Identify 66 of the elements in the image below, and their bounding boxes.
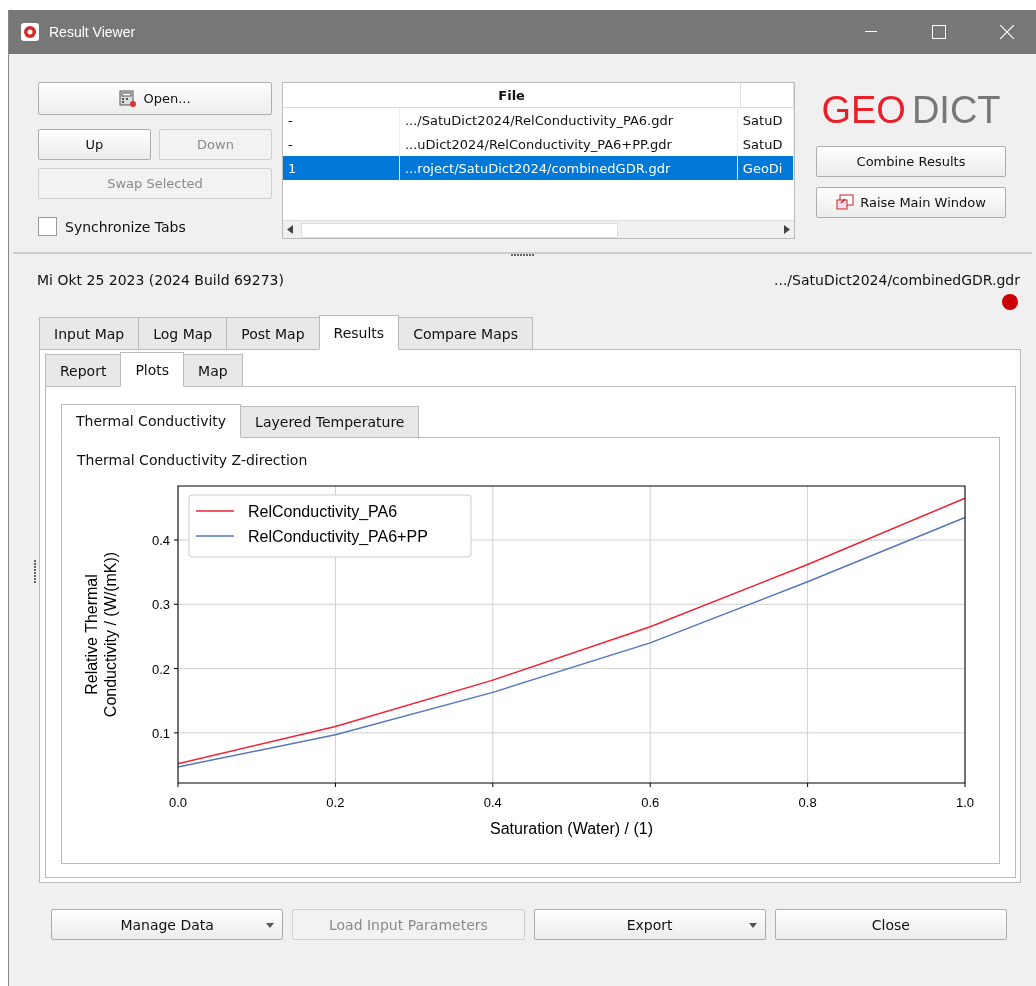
table-cell: GeoDi bbox=[737, 156, 794, 180]
tab[interactable]: Compare Maps bbox=[398, 317, 533, 350]
tab[interactable]: Post Map bbox=[226, 317, 320, 350]
app-icon bbox=[21, 23, 39, 41]
menu-button[interactable]: Manage Data bbox=[51, 909, 284, 940]
maximize-icon bbox=[932, 25, 946, 39]
action-button[interactable]: Close bbox=[774, 909, 1007, 940]
right-arrow-icon[interactable] bbox=[784, 225, 790, 234]
plot-title: Thermal Conductivity Z-direction bbox=[76, 451, 309, 470]
tick-mark bbox=[173, 732, 179, 734]
window-title: Result Viewer bbox=[49, 24, 137, 40]
raise-window-button[interactable]: Raise Main Window bbox=[816, 187, 1006, 218]
y-axis-title: Relative Thermal Conductivity / (W/(mK)) bbox=[83, 551, 119, 718]
window-icon bbox=[836, 194, 855, 211]
y-tick-label: 0.3 bbox=[151, 597, 170, 613]
table-row[interactable]: 1 ...roject/SatuDict2024/combinedGDR.gdr GeoDi bbox=[283, 156, 794, 180]
tick-mark bbox=[807, 782, 809, 788]
tab[interactable]: Report bbox=[45, 354, 122, 387]
action-button[interactable]: Combine Results bbox=[816, 146, 1006, 177]
tab[interactable]: Layered Temperature bbox=[240, 406, 420, 438]
x-axis-title: Saturation (Water) / (1) bbox=[490, 820, 653, 837]
caret-icon bbox=[266, 923, 275, 928]
x-tick-label: 1.0 bbox=[955, 795, 975, 810]
tick-mark bbox=[649, 782, 651, 788]
file-path: .../SatuDict2024/combinedGDR.gdr bbox=[774, 272, 1020, 288]
tab[interactable]: Input Map bbox=[39, 317, 140, 350]
tick-mark bbox=[177, 782, 179, 788]
x-tick-label: 0.6 bbox=[641, 795, 660, 810]
status-dot bbox=[1002, 294, 1018, 310]
tab[interactable]: Log Map bbox=[138, 317, 228, 350]
nav-button[interactable]: Up bbox=[38, 129, 151, 160]
legend-label: RelConductivity_PA6+PP bbox=[248, 528, 428, 545]
tick-mark bbox=[173, 668, 179, 670]
tab[interactable]: Map bbox=[183, 354, 243, 387]
tab[interactable]: Plots bbox=[120, 352, 185, 387]
tick-mark bbox=[492, 782, 494, 788]
minimize-icon bbox=[865, 31, 877, 33]
x-tick-label: 0.0 bbox=[168, 795, 188, 810]
tab[interactable]: Results bbox=[318, 315, 400, 350]
tab[interactable]: Thermal Conductivity bbox=[61, 404, 242, 438]
left-arrow-icon[interactable] bbox=[287, 225, 293, 234]
calculator-icon bbox=[119, 89, 138, 108]
x-tick-label: 0.8 bbox=[798, 795, 817, 810]
tick-mark bbox=[173, 539, 179, 541]
legend-label: RelConductivity_PA6 bbox=[248, 503, 398, 520]
checkbox[interactable] bbox=[38, 217, 57, 236]
splitter-handle-icon[interactable] bbox=[34, 560, 36, 584]
close-icon bbox=[1000, 25, 1014, 39]
build-info: Mi Okt 25 2023 (2024 Build 69273) bbox=[37, 272, 284, 288]
menu-button[interactable]: Export bbox=[533, 909, 766, 940]
caret-icon bbox=[748, 923, 757, 928]
table-cell: 1 bbox=[283, 156, 400, 180]
table-cell: ...roject/SatuDict2024/combinedGDR.gdr bbox=[399, 156, 738, 180]
y-tick-label: 0.1 bbox=[151, 725, 170, 741]
tick-mark bbox=[964, 782, 966, 788]
logo: GEO DICT bbox=[821, 88, 1001, 132]
horizontal-scrollbar[interactable] bbox=[283, 220, 794, 238]
tick-mark bbox=[173, 603, 179, 605]
open-button[interactable]: Open... bbox=[38, 82, 272, 115]
y-tick-label: 0.4 bbox=[151, 533, 170, 548]
y-tick-label: 0.2 bbox=[151, 661, 170, 677]
checkbox-label: Synchronize Tabs bbox=[65, 218, 186, 235]
tick-mark bbox=[334, 782, 336, 788]
x-tick-label: 0.2 bbox=[326, 795, 345, 810]
x-tick-label: 0.4 bbox=[483, 795, 502, 810]
splitter-handle-icon[interactable] bbox=[510, 254, 535, 256]
